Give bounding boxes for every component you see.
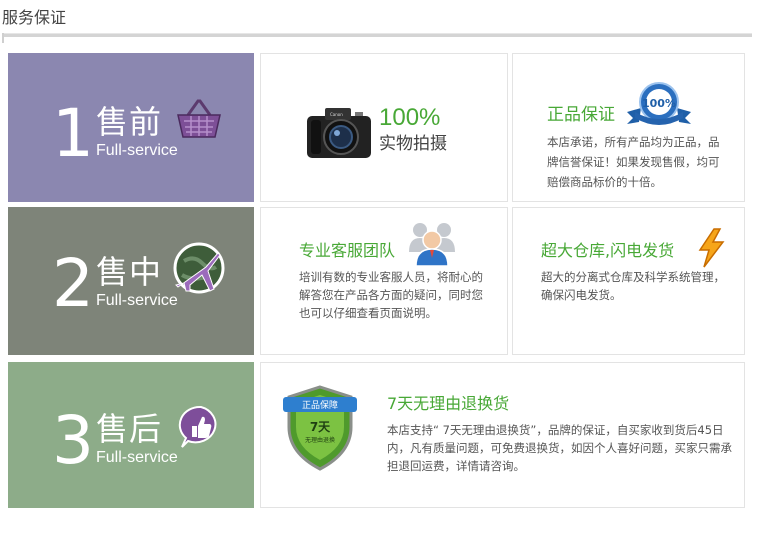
genuine-text: 本店承诺，所有产品均为正品，品牌信誉保证！如果发现售假，均可赔偿商品标价的十倍。 <box>547 135 720 189</box>
genuine-guarantee-card: 正品保证 100% 本店承诺，所有产品均为正品，品牌信誉保证！如果发现售假，均可… <box>512 53 745 202</box>
shield-small-text: 无理由退换 <box>305 436 335 444</box>
photo-label: 实物拍摄 <box>379 134 447 154</box>
service-team-card: 专业客服团队 培训有数的专业客服人员，将耐心的解答您在产品各方面的疑问，同时您也… <box>260 207 508 355</box>
certificate-badge-icon: 100% <box>627 82 691 125</box>
service-title: 专业客服团队 <box>299 241 396 260</box>
warehouse-text: 超大的分离式仓库及科学系统管理，确保闪电发货。 <box>541 270 725 302</box>
stage-subtitle: Full-service <box>96 142 178 159</box>
stage-aftersale-panel: 3 售后 Full-service <box>8 362 254 508</box>
stage-name: 售后 <box>96 410 163 448</box>
shield-ribbon-text: 正品保障 <box>302 399 338 411</box>
airplane-globe-icon <box>173 242 225 294</box>
stage-name: 售前 <box>96 103 163 141</box>
warehouse-shipping-card: 超大仓库,闪电发货 超大的分离式仓库及科学系统管理，确保闪电发货。 <box>512 207 745 355</box>
section-title: 服务保证 <box>2 8 67 27</box>
header-divider <box>2 33 752 37</box>
thumbs-up-chat-icon <box>178 405 217 448</box>
photo-guarantee-card: Canon 100% 实物拍摄 <box>260 53 508 202</box>
shield-guarantee-icon: 正品保障 7天 无理由退换 <box>283 385 357 471</box>
badge-percent: 100% <box>642 97 676 110</box>
returns-title: 7天无理由退换货 <box>387 394 510 413</box>
header-divider-tick <box>2 33 4 43</box>
lightning-icon <box>698 228 725 268</box>
stage-number: 3 <box>52 402 94 479</box>
stage-name: 售中 <box>96 253 163 291</box>
section-header: 服务保证 <box>0 0 760 43</box>
stage-number: 1 <box>52 95 94 172</box>
shield-big-text: 7天 <box>310 420 331 434</box>
warehouse-title: 超大仓库,闪电发货 <box>541 241 675 260</box>
returns-text: 本店支持“ 7天无理由退换货”，品牌的保证，自买家收到货后45日内，凡有质量问题… <box>387 423 732 473</box>
svg-text:Canon: Canon <box>330 112 343 117</box>
service-text: 培训有数的专业客服人员，将耐心的解答您在产品各方面的疑问，同时您也可以仔细查看页… <box>299 270 483 320</box>
team-people-icon <box>409 223 455 267</box>
returns-policy-card: 正品保障 7天 无理由退换 7天无理由退换货 本店支持“ 7天无理由退换货”，品… <box>260 362 745 508</box>
camera-icon: Canon <box>307 108 371 158</box>
photo-percent: 100% <box>379 104 441 131</box>
stage-number: 2 <box>52 245 94 322</box>
stage-subtitle: Full-service <box>96 292 178 309</box>
stage-subtitle: Full-service <box>96 449 178 466</box>
stage-insale-panel: 2 售中 Full-service <box>8 207 254 355</box>
shopping-basket-icon <box>177 99 221 138</box>
genuine-title: 正品保证 <box>547 105 615 125</box>
stage-presale-panel: 1 售前 Full-service <box>8 53 254 202</box>
